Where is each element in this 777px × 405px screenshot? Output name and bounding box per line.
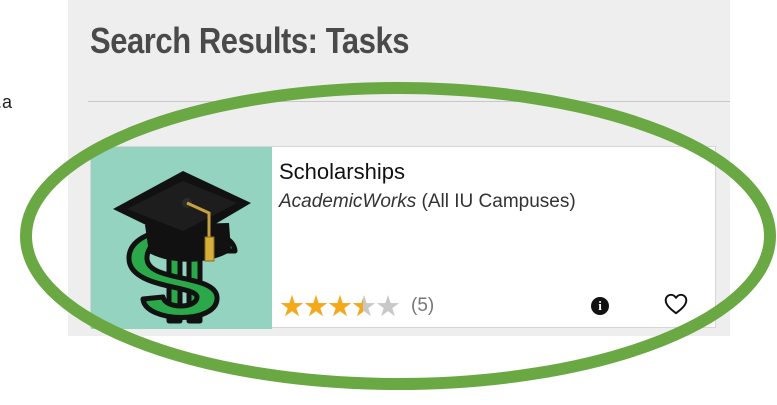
graduation-cap-dollar-icon: [113, 171, 251, 324]
star-icon: ★★: [303, 289, 329, 323]
search-results-panel: Search Results: Tasks Scholarships Acade…: [68, 0, 730, 336]
star-icon: ★★: [351, 289, 377, 323]
rating-count: (5): [411, 295, 435, 316]
task-thumbnail[interactable]: [91, 147, 272, 329]
task-provider: AcademicWorks: [279, 191, 417, 212]
info-icon[interactable]: i: [591, 297, 609, 315]
task-campus: (All IU Campuses): [416, 191, 576, 212]
task-subtitle: AcademicWorks (All IU Campuses): [279, 191, 576, 213]
task-title[interactable]: Scholarships: [279, 159, 405, 185]
star-icon: ★★: [279, 289, 305, 323]
title-divider: [88, 101, 730, 102]
heart-icon[interactable]: [663, 291, 689, 317]
star-icon: ★★: [327, 289, 353, 323]
star-icon: ★★: [375, 289, 401, 323]
clipped-text-fragment: a.: [0, 92, 12, 112]
rating-stars: ★★ ★★ ★★ ★★ ★★ (5): [279, 289, 435, 323]
task-card-scholarships[interactable]: Scholarships AcademicWorks (All IU Campu…: [90, 146, 716, 329]
page-title: Search Results: Tasks: [90, 20, 410, 61]
